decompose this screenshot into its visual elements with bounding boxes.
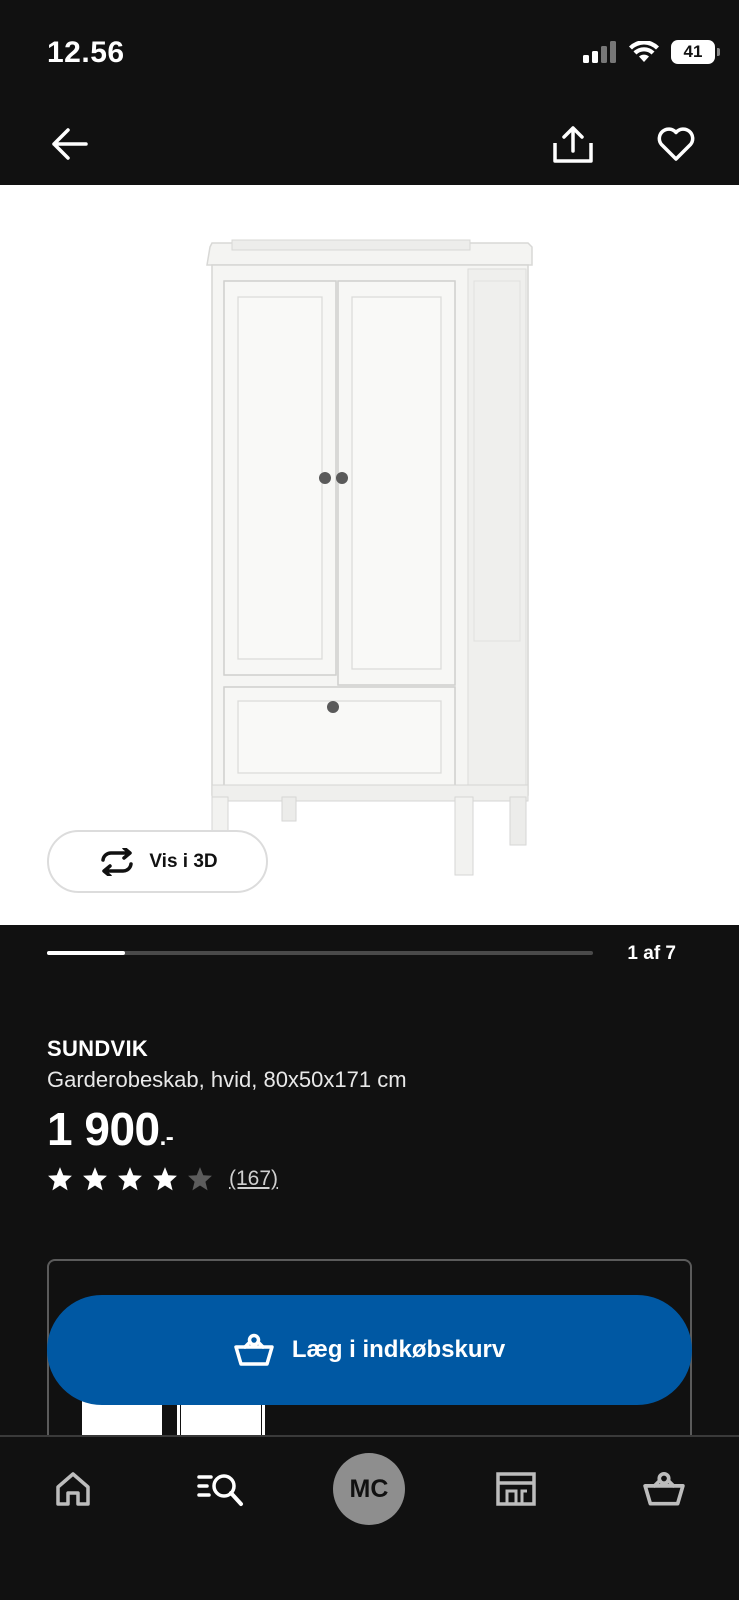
product-name: SUNDVIK bbox=[47, 1036, 149, 1061]
star-filled-icon bbox=[118, 1167, 142, 1191]
tab-store[interactable] bbox=[486, 1459, 546, 1519]
star-filled-icon bbox=[83, 1167, 107, 1191]
price-suffix: .- bbox=[159, 1124, 174, 1151]
view-3d-label: Vis i 3D bbox=[149, 850, 218, 872]
battery-indicator: 41 bbox=[671, 40, 720, 64]
star-rating bbox=[47, 1166, 213, 1192]
gallery-progress-track bbox=[47, 951, 593, 955]
basket-icon bbox=[643, 1471, 685, 1506]
gallery-page-counter: 1 af 7 bbox=[627, 943, 676, 964]
home-icon bbox=[56, 1472, 90, 1506]
tab-basket[interactable] bbox=[634, 1459, 694, 1519]
tab-search[interactable] bbox=[191, 1459, 251, 1519]
tab-profile-avatar[interactable]: MC bbox=[333, 1453, 405, 1525]
product-description: Garderobeskab, hvid, 80x50x171 cm bbox=[47, 1067, 407, 1092]
share-icon bbox=[553, 126, 593, 163]
rotate-3d-icon bbox=[101, 847, 134, 876]
store-icon bbox=[496, 1472, 536, 1506]
view-3d-button[interactable]: Vis i 3D bbox=[47, 830, 268, 893]
back-button[interactable] bbox=[46, 120, 94, 168]
add-to-cart-button[interactable]: Læg i indkøbskurv bbox=[47, 1295, 692, 1405]
rating-row[interactable]: (167) bbox=[47, 1166, 278, 1192]
cellular-signal-icon bbox=[583, 41, 616, 63]
status-icons: 41 bbox=[583, 40, 720, 64]
price-main: 1 900 bbox=[47, 1103, 160, 1155]
favorite-button[interactable] bbox=[652, 120, 700, 168]
status-bar: 12.56 41 bbox=[0, 0, 739, 100]
arrow-left-icon bbox=[52, 128, 88, 160]
add-to-cart-label: Læg i indkøbskurv bbox=[291, 1336, 506, 1363]
bottom-nav: MC bbox=[0, 1435, 739, 1600]
star-filled-icon bbox=[153, 1167, 177, 1191]
gallery-progress-fill bbox=[47, 951, 126, 955]
heart-icon bbox=[657, 127, 695, 161]
gallery-progress: 1 af 7 bbox=[0, 925, 739, 985]
product-image-gallery[interactable]: Vis i 3D bbox=[0, 185, 739, 925]
product-price: 1 900.- bbox=[47, 1102, 174, 1156]
review-count-link[interactable]: (167) bbox=[229, 1167, 278, 1191]
tab-home[interactable] bbox=[43, 1459, 103, 1519]
wardrobe-product-image bbox=[206, 239, 533, 876]
search-list-icon bbox=[197, 1474, 243, 1506]
top-nav bbox=[0, 100, 739, 185]
wifi-icon bbox=[629, 41, 659, 62]
star-filled-icon bbox=[48, 1167, 72, 1191]
star-empty-icon bbox=[188, 1167, 212, 1191]
basket-icon bbox=[234, 1333, 274, 1366]
share-button[interactable] bbox=[549, 120, 597, 168]
status-time: 12.56 bbox=[47, 36, 125, 69]
